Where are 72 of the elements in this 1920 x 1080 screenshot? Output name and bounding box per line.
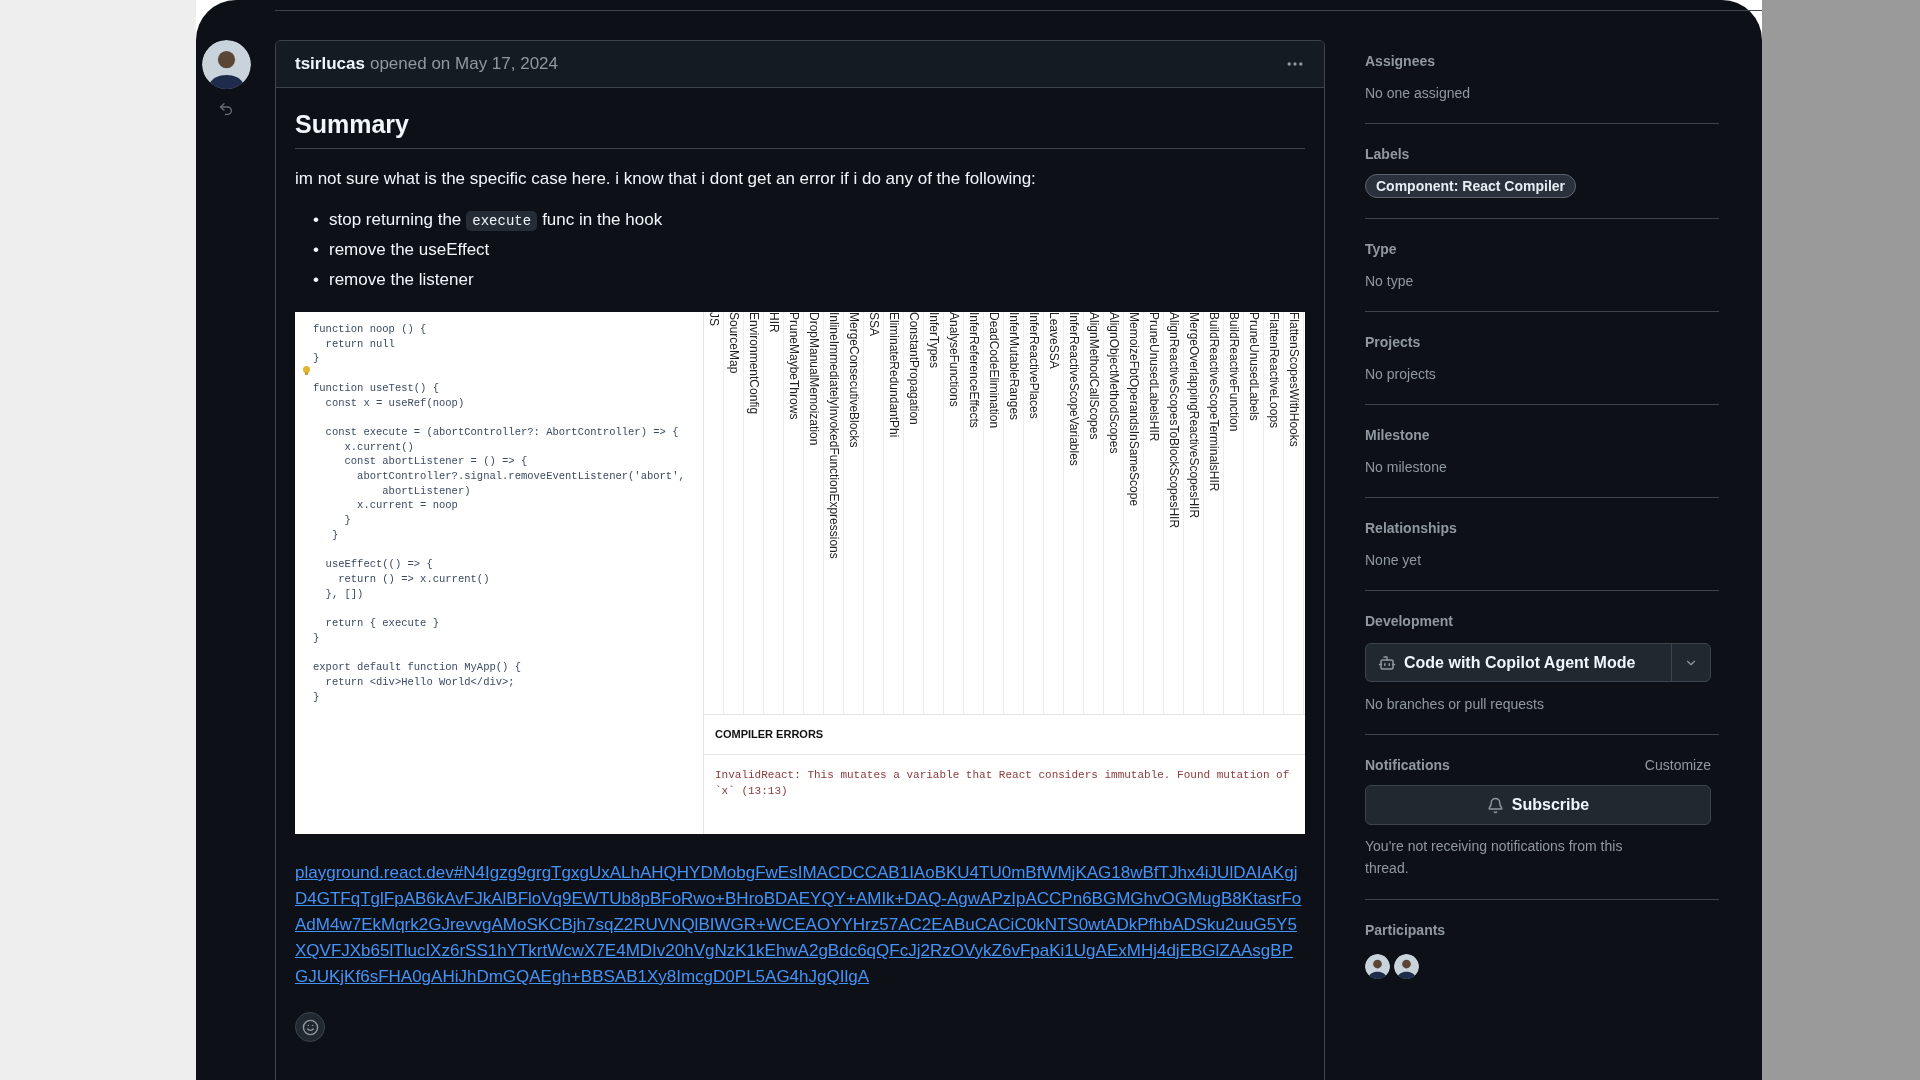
- pass-tab[interactable]: MemoizeFbtOperandsInSameScope: [1123, 312, 1144, 714]
- pass-tab[interactable]: PruneMaybeThrows: [783, 312, 804, 714]
- section-title: Type: [1365, 240, 1398, 259]
- list-item: stop returning the execute func in the hook: [329, 208, 663, 233]
- pass-tab[interactable]: PruneUnusedLabelsHIR: [1143, 312, 1164, 714]
- customize-link[interactable]: Customize: [1644, 755, 1711, 775]
- pass-tab[interactable]: FlattenReactiveLoops: [1263, 312, 1284, 714]
- pass-tab[interactable]: MergeOverlappingReactiveScopesHIR: [1183, 312, 1204, 714]
- section-title: Labels: [1365, 145, 1411, 164]
- section-value: No branches or pull requests: [1365, 695, 1545, 714]
- pass-tab[interactable]: AlignObjectMethodScopes: [1103, 312, 1124, 714]
- section-value: No projects: [1365, 365, 1437, 384]
- list-item: remove the useEffect: [329, 239, 490, 261]
- pass-tab[interactable]: AlignReactiveScopesToBlockScopesHIR: [1163, 312, 1184, 714]
- pass-tab[interactable]: PruneUnusedLabels: [1243, 312, 1264, 714]
- pass-tab[interactable]: InferReferenceEffects: [963, 312, 984, 714]
- reply-icon[interactable]: [218, 101, 234, 117]
- pass-tab[interactable]: LeaveSSA: [1043, 312, 1064, 714]
- bullet: •: [313, 209, 320, 231]
- participant-avatar: [1365, 954, 1390, 979]
- reaction-button[interactable]: [295, 1012, 325, 1042]
- section-title: Development: [1365, 612, 1454, 631]
- pass-tab[interactable]: AlignMethodCallScopes: [1083, 312, 1104, 714]
- pass-tab[interactable]: JS: [703, 312, 724, 714]
- pass-tab[interactable]: SourceMap: [723, 312, 744, 714]
- participant-avatar: [1394, 954, 1419, 979]
- list-item: remove the listener: [329, 269, 474, 291]
- pass-tab[interactable]: BuildReactiveFunction: [1223, 312, 1244, 714]
- error-message: InvalidReact: This mutates a variable that React considers immutable. Found mutation of `x` (13:13): [714, 768, 1291, 799]
- pass-tab[interactable]: ConstantPropagation: [903, 312, 924, 714]
- pass-tab[interactable]: FlattenScopesWithHooks: [1283, 312, 1304, 714]
- section-title: Milestone: [1365, 426, 1431, 445]
- section-value: No one assigned: [1365, 84, 1472, 103]
- author-name[interactable]: tsirlucas: [295, 51, 365, 77]
- notification-note: You're not receiving notifications from this thread.: [1365, 837, 1624, 878]
- pass-tab[interactable]: DeadCodeElimination: [983, 312, 1004, 714]
- pass-tab[interactable]: BuildReactiveScopeTerminalsHIR: [1203, 312, 1224, 714]
- pass-tab[interactable]: AnalyseFunctions: [943, 312, 964, 714]
- section-title: Projects: [1365, 333, 1422, 352]
- label-tag[interactable]: Component: React Compiler: [1365, 174, 1576, 198]
- section-title: Participants: [1365, 921, 1447, 940]
- copilot-icon: [1378, 653, 1396, 672]
- bell-icon: [1486, 796, 1504, 814]
- pass-tab[interactable]: MergeConsecutiveBlocks: [843, 312, 864, 714]
- pass-tab[interactable]: EnvironmentConfig: [743, 312, 764, 714]
- pass-tab[interactable]: EliminateRedundantPhi: [883, 312, 904, 714]
- summary-heading: Summary: [295, 108, 1305, 149]
- errors-title: COMPILER ERRORS: [715, 727, 824, 743]
- pass-tab[interactable]: SSA: [863, 312, 884, 714]
- section-title: Assignees: [1365, 52, 1437, 71]
- bullet: •: [313, 239, 320, 261]
- code-text: function noop () { return null } function useTest() { const x = useRef(noop) const execute = (abortController?: AbortController) => { x.current() const abortListener = () => { abortController?.signal.removeEventListener('abort', abortListener) x.current = noop } } useEffect(() => { return () => x.current() }, []) return { execute } } export default function MyApp() { return <div>Hello World</div>; }: [313, 322, 685, 705]
- pass-tab[interactable]: InferReactiveScopeVariables: [1063, 312, 1084, 714]
- lightbulb-icon: [303, 366, 310, 375]
- section-value: None yet: [1365, 551, 1423, 570]
- pass-tab[interactable]: InferTypes: [923, 312, 944, 714]
- pass-tab[interactable]: InferMutableRanges: [1003, 312, 1024, 714]
- section-title: Notifications: [1365, 756, 1450, 775]
- pass-tab[interactable]: HIR: [763, 312, 784, 714]
- pass-tab[interactable]: DropManualMemoization: [803, 312, 824, 714]
- author-avatar: [201, 40, 251, 89]
- section-title: Relationships: [1365, 519, 1458, 538]
- section-value: No type: [1365, 272, 1415, 291]
- opened-date: opened on May 17, 2024: [369, 53, 559, 76]
- description-text: im not sure what is the specific case here. i know that i dont get an error if i do any of the following:: [295, 168, 1037, 190]
- bullet: •: [313, 269, 320, 291]
- section-value: No milestone: [1365, 458, 1448, 477]
- pass-tab[interactable]: InlineImmediatelyInvokedFunctionExpressions: [823, 312, 844, 714]
- smile-icon: [301, 1018, 319, 1036]
- playground-link[interactable]: playground.react.dev#N4Igzg9grgTgxgUxALhAHQHYDMobgFwEsIMACDCCAB1IAoBKU4TU0mBfWMjKAG18wBfTJhx4iJUlDAIAKgjD4GTFqTglFpAB6kAvFJkAlBFloVq9EWTUb8pBFoRwo+BHroBDAEYQY+AMIk+DAQ-AgwAPzIpACCPn6BGMGhvOGMugB8KtasrFoAdM4w7EkMqrk2GJrevvgAMoSKCBjh7sqZ2RUVNQlBIWGR+WCEAOYYHrz57AC2EABuCACiC0kNTS0wtADkPfhbADSku2uuG5Y5XQVFJXb65lTlucIXz6rSS1hYTkrtWcwX7E4MDIv20hVgNzK1kEhwA2gBdc6qQFcJj2RzOVykZ6vFpaKi1UgAExMHj4djEBGlZAAsgBPGJUKjKf6sFHA0gAHiJhDmGQAEgh+BBSAB1Xy8ImcgD0PL5AG4hJgQIlgA: [295, 860, 1305, 990]
- pass-tab[interactable]: InferReactivePlaces: [1023, 312, 1044, 714]
- subscribe-button[interactable]: Subscribe: [1365, 785, 1711, 825]
